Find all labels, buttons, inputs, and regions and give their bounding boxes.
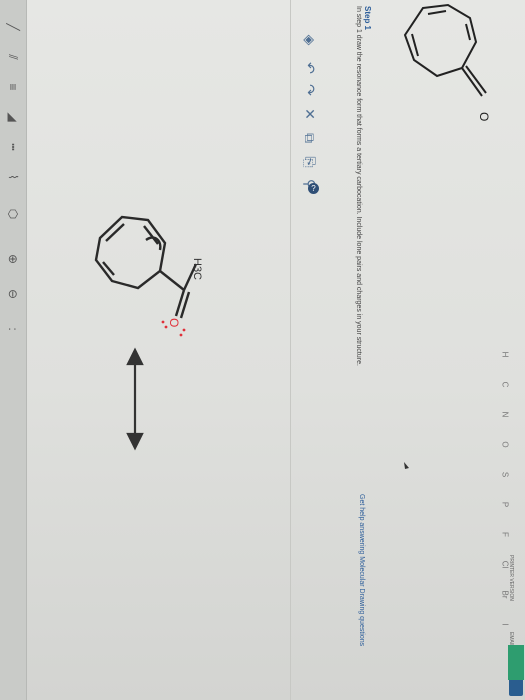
chat-button[interactable] — [508, 645, 524, 680]
drawing-canvas[interactable]: O H3C O — [0, 0, 525, 700]
oxygen-label: O — [167, 318, 181, 327]
reference-oxygen-label: O — [477, 112, 491, 121]
drawn-molecule[interactable] — [94, 215, 198, 319]
methyl-label: H3C — [191, 258, 203, 280]
resonance-arrow-icon — [126, 347, 144, 451]
screen: ╱ ⫽ ≡ ◢ ┅ ⌇ ⬡ ⊕ ⊖ : Step 1 In step 1 dra… — [0, 0, 525, 700]
reference-molecule — [403, 3, 487, 97]
cursor-icon — [404, 462, 409, 469]
